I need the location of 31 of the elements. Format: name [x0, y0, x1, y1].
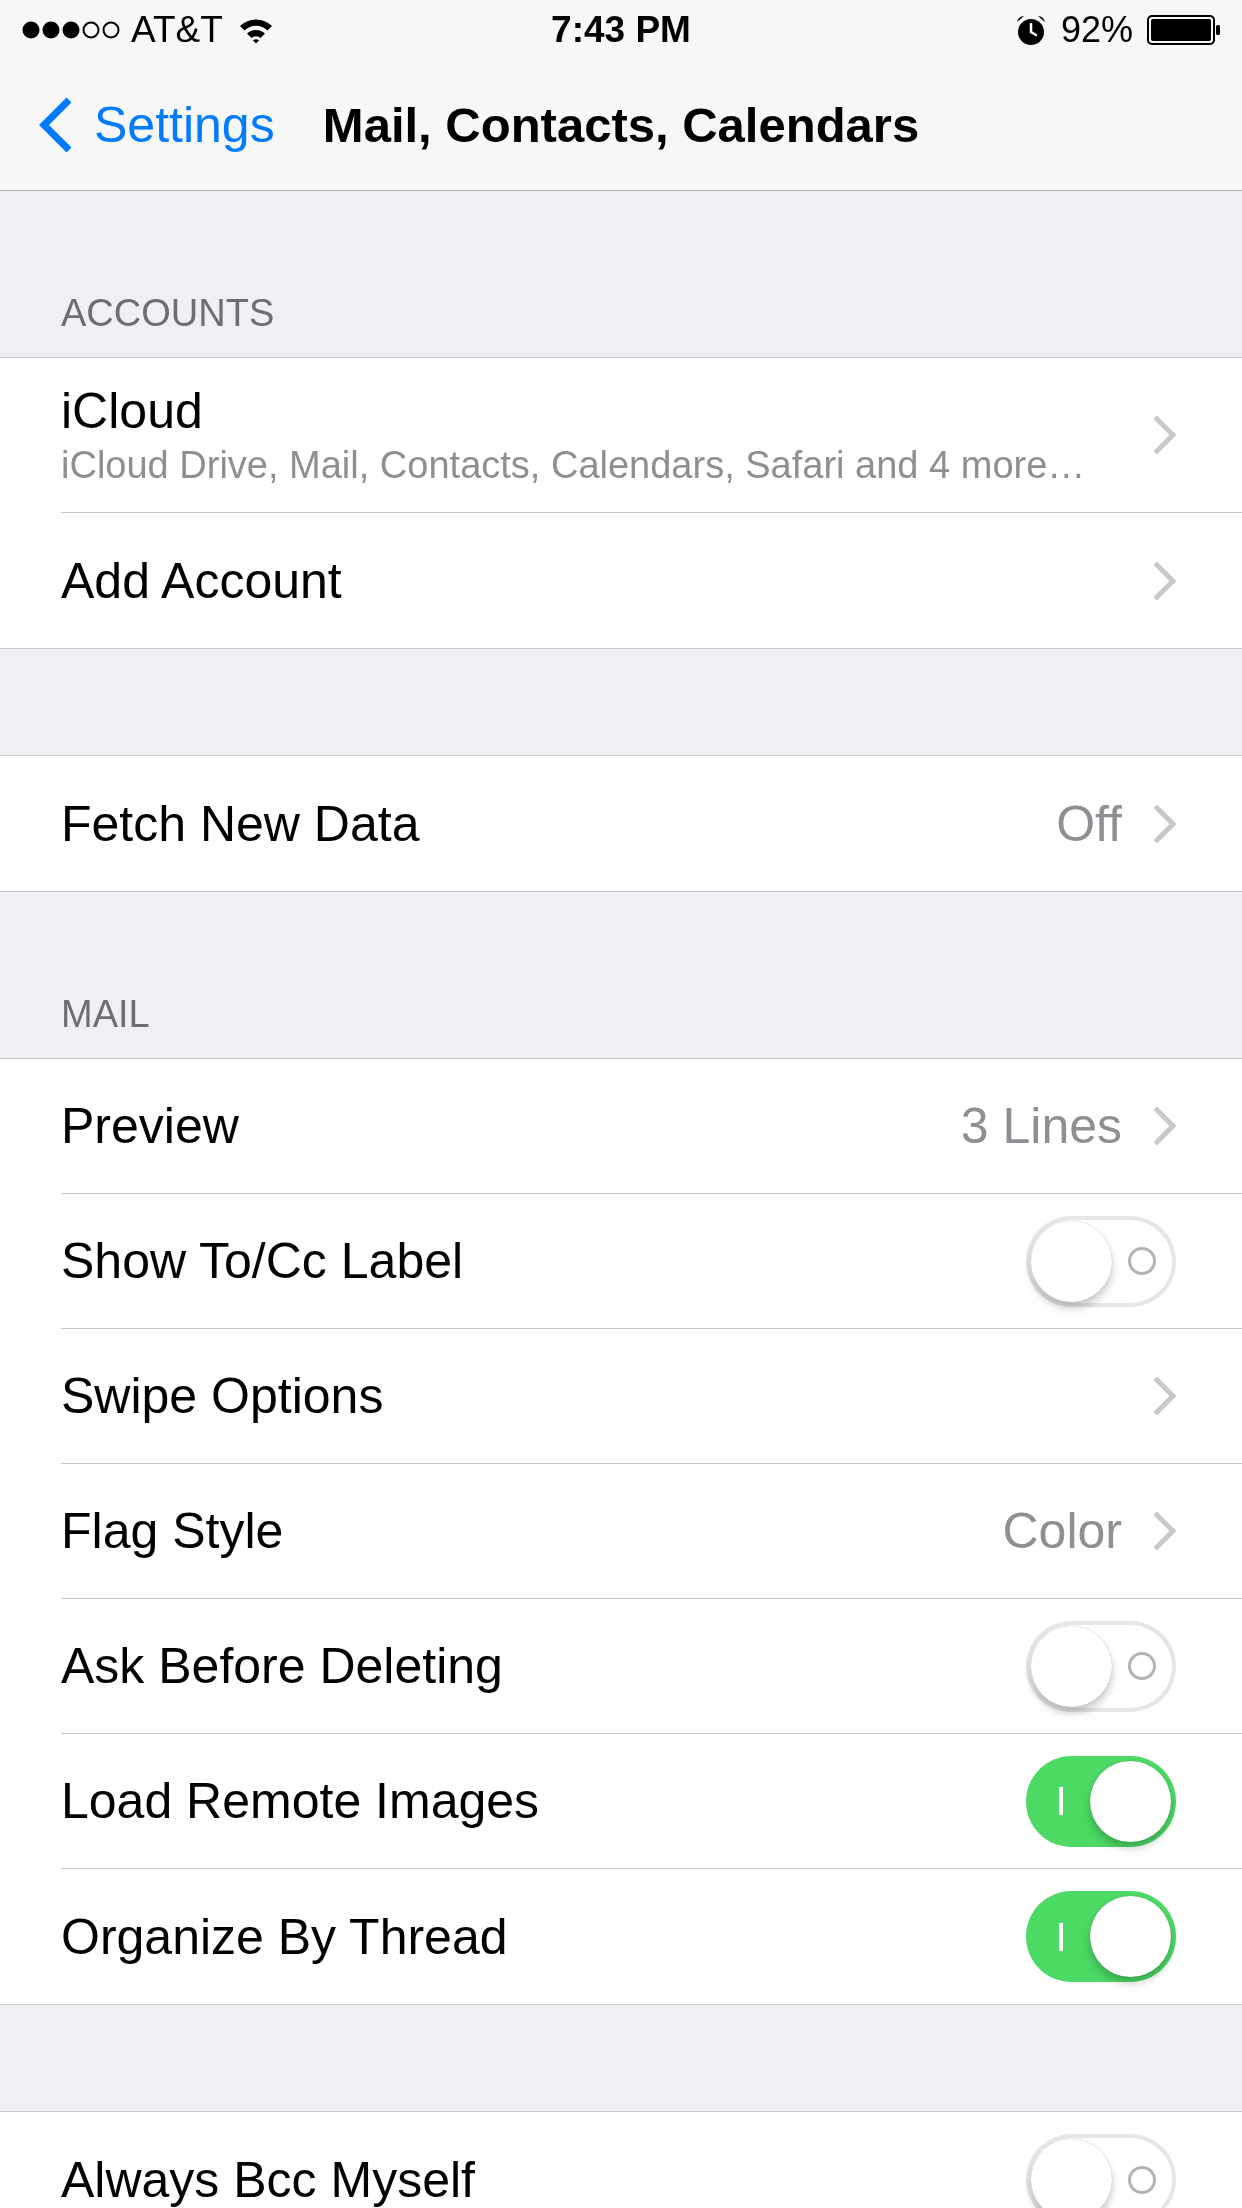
- chevron-icon: [1154, 1512, 1176, 1550]
- signal-dots-icon: [21, 20, 121, 40]
- setting-label: Always Bcc Myself: [61, 2150, 476, 2208]
- page-title: Mail, Contacts, Calendars: [322, 97, 920, 154]
- chevron-icon: [1154, 804, 1176, 843]
- chevron-icon: [1154, 1107, 1176, 1145]
- detail-value: Off: [1056, 794, 1122, 854]
- setting-label: Load Remote Images: [61, 1772, 541, 1831]
- ring-icon: [1127, 1652, 1156, 1680]
- setting-label: Show To/Cc Label: [61, 1232, 465, 1291]
- section-header: MAIL: [61, 992, 150, 1036]
- status-time: 7:43 PM: [551, 8, 691, 52]
- ring-icon: [1127, 1247, 1156, 1275]
- battery-icon: [1147, 15, 1221, 45]
- chevron-icon: [1154, 1377, 1176, 1415]
- toggle-switch[interactable]: [1026, 2134, 1176, 2208]
- ring-icon: [1127, 2165, 1156, 2194]
- setting-label: Organize By Thread: [61, 1907, 509, 1967]
- detail-value: Color: [1002, 1502, 1122, 1561]
- account-name: iCloud: [61, 382, 204, 441]
- back-button[interactable]: Settings: [0, 95, 275, 155]
- account-services-text: iCloud Drive, Mail, Contacts, Calendars, Safari and 4 more…: [61, 443, 1087, 488]
- section-header: ACCOUNTS: [61, 291, 275, 335]
- chevron-icon: [1154, 416, 1176, 454]
- battery-percent: 92%: [1060, 8, 1133, 52]
- alarm-clock-icon: [1014, 14, 1047, 46]
- detail-value: 3 Lines: [960, 1097, 1122, 1156]
- setting-label: Ask Before Deleting: [61, 1637, 504, 1696]
- chevron-icon: [1154, 561, 1176, 600]
- wifi-icon: [238, 17, 273, 43]
- carrier-name: AT&T: [131, 8, 223, 52]
